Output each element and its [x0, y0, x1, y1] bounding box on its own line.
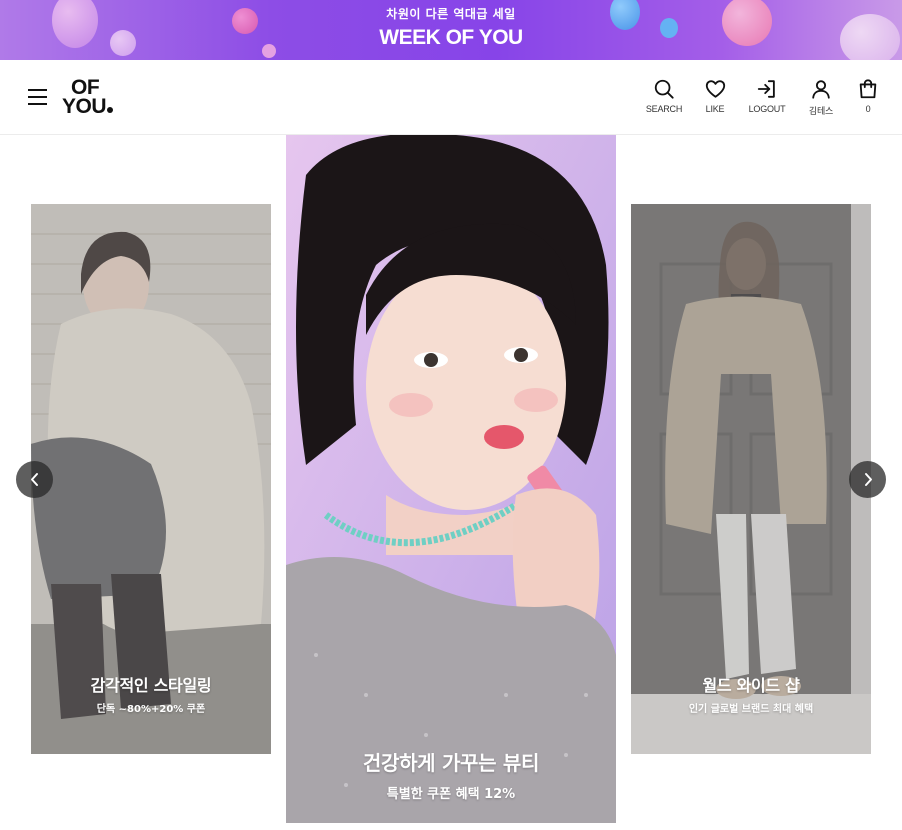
logo-dot	[107, 107, 114, 113]
site-header: OF YOU SEARCH LIKE LOGOUT 김테스 0	[0, 60, 902, 135]
slide-title: 건강하게 가꾸는 뷰티	[362, 751, 540, 775]
promo-banner[interactable]: 차원이 다른 역대급 세일 WEEK OF YOU	[0, 0, 902, 60]
chevron-right-icon	[865, 473, 872, 486]
cart-count: 0	[865, 104, 871, 114]
slide-caption: 건강하게 가꾸는 뷰티 특별한 쿠폰 혜택 12%	[286, 747, 616, 802]
carousel-slide-right[interactable]: 월드 와이드 샵 인기 글로벌 브랜드 최대 혜택	[631, 204, 871, 754]
shopping-bag-icon	[859, 79, 877, 99]
logout-button[interactable]: LOGOUT	[746, 78, 788, 118]
slide-caption: 월드 와이드 샵 인기 글로벌 브랜드 최대 혜택	[631, 672, 871, 715]
slide-subtitle: 특별한 쿠폰 혜택 12%	[386, 787, 516, 802]
slide-caption: 감각적인 스타일링 단독 ~80%+20% 쿠폰	[31, 672, 271, 715]
user-button[interactable]: 김테스	[803, 78, 839, 118]
chevron-left-icon	[31, 473, 38, 486]
page: 차원이 다른 역대급 세일 WEEK OF YOU OF YOU SEARCH …	[0, 0, 902, 830]
carousel-slide-active[interactable]: 건강하게 가꾸는 뷰티 특별한 쿠폰 혜택 12%	[286, 135, 616, 823]
menu-icon[interactable]	[28, 89, 48, 105]
user-name-label: 김테스	[808, 106, 834, 116]
logout-icon	[757, 80, 775, 98]
slide-title: 월드 와이드 샵	[702, 676, 800, 695]
logout-label: LOGOUT	[748, 104, 786, 114]
slide-photo	[286, 135, 616, 823]
slide-title: 감각적인 스타일링	[90, 676, 212, 695]
logo-line-2: YOU	[62, 95, 122, 118]
carousel-next-button[interactable]	[849, 461, 886, 498]
site-logo[interactable]: OF YOU	[62, 77, 122, 118]
like-label: LIKE	[705, 104, 725, 114]
slide-subtitle: 인기 글로벌 브랜드 최대 혜택	[688, 704, 814, 715]
banner-title: WEEK OF YOU	[379, 26, 523, 49]
cart-button[interactable]: 0	[854, 78, 882, 118]
heart-icon	[705, 80, 725, 98]
logo-text: YOU	[62, 95, 107, 118]
banner-subtitle: 차원이 다른 역대급 세일	[386, 7, 516, 21]
slide-subtitle: 단독 ~80%+20% 쿠폰	[96, 704, 206, 715]
carousel-slide-left[interactable]: 감각적인 스타일링 단독 ~80%+20% 쿠폰	[31, 204, 271, 754]
hero-carousel: 감각적인 스타일링 단독 ~80%+20% 쿠폰 건강하게 가꾸는 뷰티 특별한…	[0, 135, 902, 830]
search-button[interactable]: SEARCH	[644, 78, 684, 118]
like-button[interactable]: LIKE	[698, 78, 732, 118]
search-label: SEARCH	[645, 104, 683, 114]
carousel-prev-button[interactable]	[16, 461, 53, 498]
user-icon	[812, 80, 830, 99]
search-icon	[654, 79, 674, 99]
